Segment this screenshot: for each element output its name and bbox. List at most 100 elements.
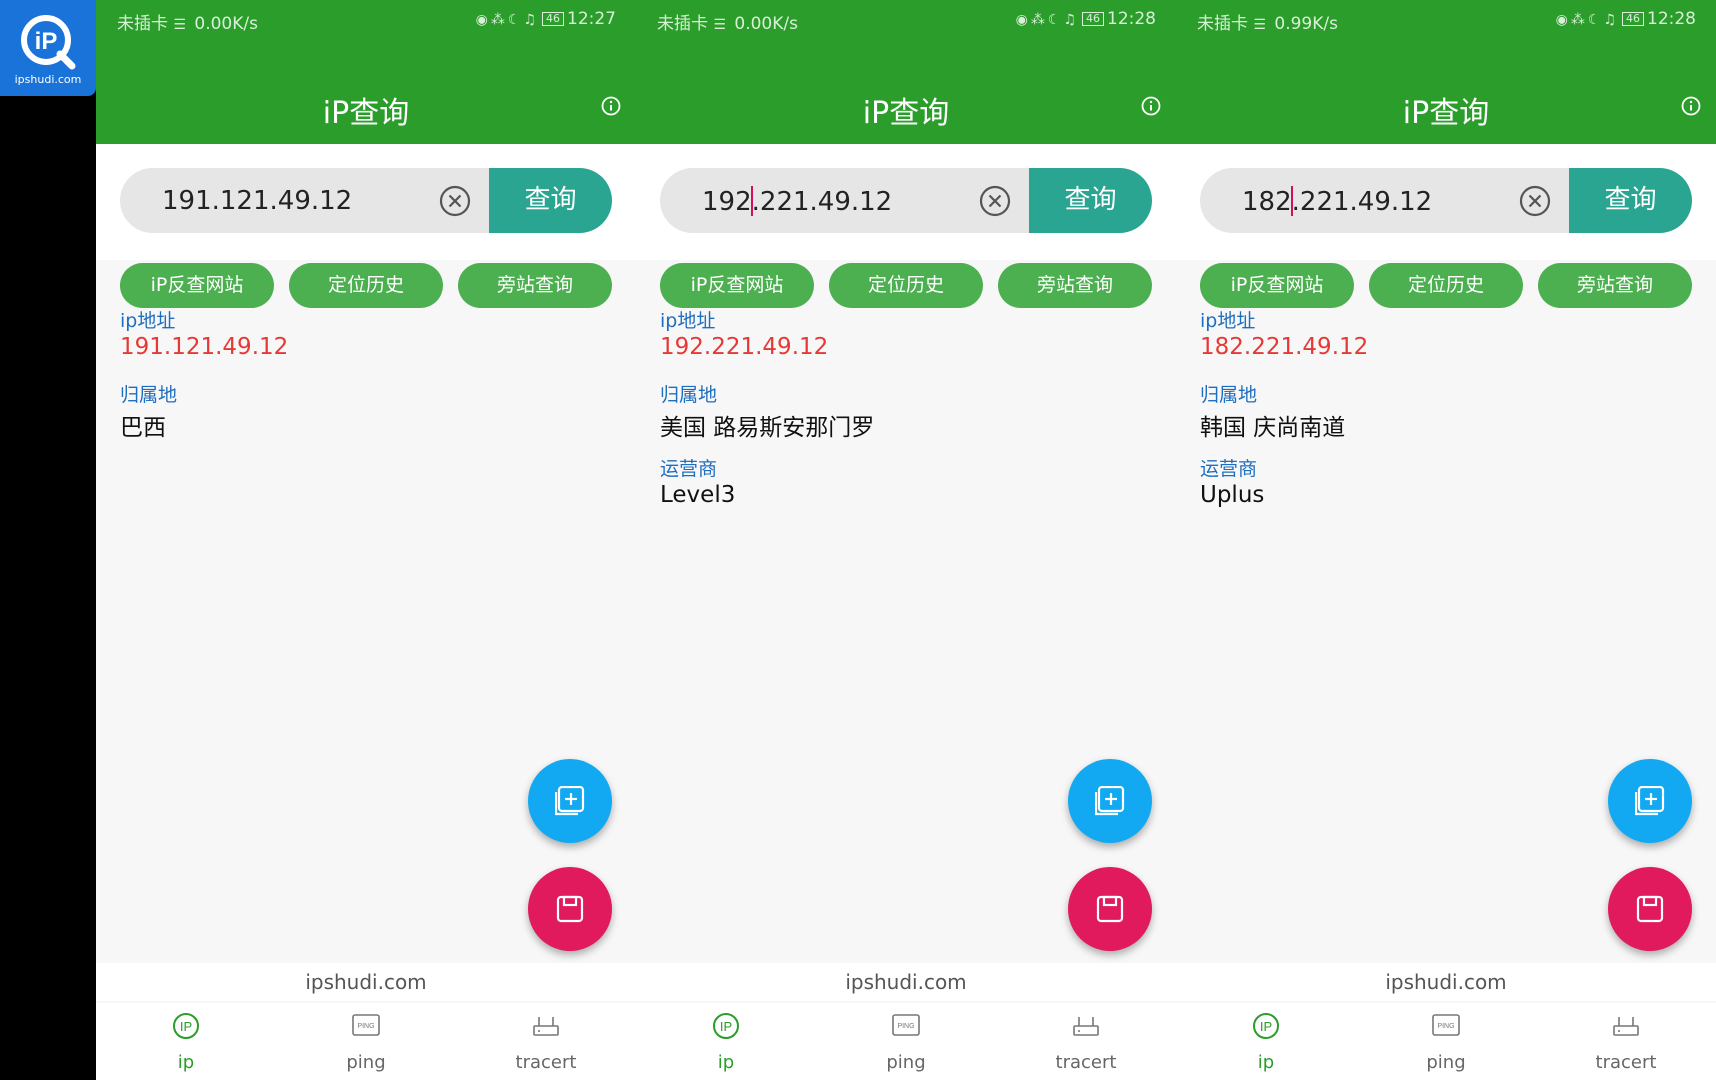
field-label: 运营商 <box>660 458 718 480</box>
info-icon[interactable] <box>601 96 621 116</box>
save-button[interactable] <box>1608 867 1692 951</box>
clock: 12:28 <box>1107 9 1156 29</box>
app-bar: iP查询 <box>1176 38 1716 144</box>
field-label: ip地址 <box>120 310 176 332</box>
bluetooth-icon: ⁂ <box>490 12 505 28</box>
chip-button-1[interactable]: iP反查网站 <box>1200 263 1354 308</box>
ping-icon: PING <box>892 1014 920 1036</box>
footer-domain: ipshudi.com <box>636 963 1176 1001</box>
tab-ip[interactable]: IP ip <box>636 1003 816 1080</box>
ip-input-text: 191.121.49.12 <box>162 186 353 216</box>
ip-input[interactable]: 191.121.49.12 <box>120 168 490 233</box>
add-copy-icon <box>1095 786 1125 816</box>
eye-icon: ◉ <box>475 12 488 28</box>
svg-text:PING: PING <box>1437 1023 1454 1030</box>
app-bar: iP查询 <box>636 38 1176 144</box>
status-bar: 未插卡 ☰ 0.00K/s ◉ ⁂ ☾ ♫ 46 12:27 <box>96 0 636 38</box>
bluetooth-icon: ⁂ <box>1570 12 1585 28</box>
save-button[interactable] <box>528 867 612 951</box>
field-label: 归属地 <box>120 384 178 406</box>
tab-tracert[interactable]: tracert <box>996 1003 1176 1080</box>
tab-ping[interactable]: PING ping <box>816 1003 996 1080</box>
ip-input-text-rest: .221.49.12 <box>751 187 893 217</box>
clear-input-icon[interactable] <box>438 184 472 218</box>
mute-icon: ♫ <box>1603 12 1616 28</box>
footer-domain: ipshudi.com <box>1176 963 1716 1001</box>
tab-ping[interactable]: PING ping <box>276 1003 456 1080</box>
bottom-nav: IP ip PING ping tracert <box>1176 1003 1716 1080</box>
tab-tracert[interactable]: tracert <box>1536 1003 1716 1080</box>
chip-button-3[interactable]: 旁站查询 <box>1538 263 1692 308</box>
clear-input-icon[interactable] <box>1518 184 1552 218</box>
ip-input-text-rest: .221.49.12 <box>1291 187 1433 217</box>
svg-text:IP: IP <box>180 1019 192 1034</box>
field-value: 韩国 庆尚南道 <box>1200 415 1346 441</box>
tab-ping[interactable]: PING ping <box>1356 1003 1536 1080</box>
ip-input-value[interactable]: 191.121.49.12 <box>162 186 352 216</box>
tab-label: ping <box>346 1052 386 1073</box>
ip-input-value[interactable]: 192.221.49.12 <box>702 186 892 217</box>
eye-icon: ◉ <box>1555 12 1568 28</box>
chip-button-2[interactable]: 定位历史 <box>1369 263 1523 308</box>
chip-button-1[interactable]: iP反查网站 <box>120 263 274 308</box>
add-copy-icon <box>1635 786 1665 816</box>
svg-text:IP: IP <box>720 1019 732 1034</box>
chip-button-2[interactable]: 定位历史 <box>829 263 983 308</box>
logo-mark: iP <box>35 28 58 55</box>
ip-input[interactable]: 182.221.49.12 <box>1200 168 1570 233</box>
tab-label: ping <box>886 1052 926 1073</box>
app-logo: iP ipshudi.com <box>0 0 96 96</box>
ping-icon: PING <box>352 1014 380 1036</box>
save-icon <box>1636 895 1664 923</box>
battery-icon: 46 <box>542 12 564 26</box>
page-title: iP查询 <box>862 96 950 131</box>
info-icon[interactable] <box>1681 96 1701 116</box>
search-area: 182.221.49.12 查询 <box>1176 144 1716 260</box>
clear-input-icon[interactable] <box>978 184 1012 218</box>
svg-text:PING: PING <box>897 1023 914 1030</box>
ip-icon: IP <box>713 1013 739 1039</box>
bottom-nav: IP ip PING ping tracert <box>96 1003 636 1080</box>
tab-ip[interactable]: IP ip <box>1176 1003 1356 1080</box>
ip-input-value[interactable]: 182.221.49.12 <box>1242 186 1432 217</box>
chip-button-1[interactable]: iP反查网站 <box>660 263 814 308</box>
ip-input[interactable]: 192.221.49.12 <box>660 168 1030 233</box>
wifi-icon: ☰ <box>713 17 726 33</box>
page-title: iP查询 <box>1402 96 1490 131</box>
add-copy-button[interactable] <box>1068 759 1152 843</box>
battery-icon: 46 <box>1082 12 1104 26</box>
field-value: Level3 <box>660 482 736 508</box>
wifi-icon: ☰ <box>1253 17 1266 33</box>
moon-icon: ☾ <box>1047 12 1061 28</box>
eye-icon: ◉ <box>1015 12 1028 28</box>
network-speed: 0.00K/s <box>734 14 798 34</box>
tab-label: ip <box>177 1052 195 1073</box>
router-icon <box>1613 1017 1639 1036</box>
tab-label: ping <box>1426 1052 1466 1073</box>
ip-logo-icon: iP <box>21 15 76 70</box>
add-copy-button[interactable] <box>1608 759 1692 843</box>
add-copy-icon <box>555 786 585 816</box>
footer-domain: ipshudi.com <box>96 963 636 1001</box>
field-value: 192.221.49.12 <box>660 334 829 360</box>
query-button[interactable]: 查询 <box>1569 168 1692 233</box>
save-icon <box>556 895 584 923</box>
chip-button-3[interactable]: 旁站查询 <box>998 263 1152 308</box>
field-value: 182.221.49.12 <box>1200 334 1369 360</box>
chip-button-3[interactable]: 旁站查询 <box>458 263 612 308</box>
info-icon[interactable] <box>1141 96 1161 116</box>
network-speed: 0.00K/s <box>194 14 258 34</box>
chip-button-2[interactable]: 定位历史 <box>289 263 443 308</box>
ip-icon: IP <box>1253 1013 1279 1039</box>
query-button[interactable]: 查询 <box>489 168 612 233</box>
query-button[interactable]: 查询 <box>1029 168 1152 233</box>
tab-tracert[interactable]: tracert <box>456 1003 636 1080</box>
phone-screen-3: 未插卡 ☰ 0.99K/s ◉ ⁂ ☾ ♫ 46 12:28 iP查询 182.221.49.1… <box>1176 0 1716 1080</box>
tab-ip[interactable]: IP ip <box>96 1003 276 1080</box>
tab-label: tracert <box>1055 1052 1117 1073</box>
field-label: 归属地 <box>1200 384 1258 406</box>
save-button[interactable] <box>1068 867 1152 951</box>
status-bar: 未插卡 ☰ 0.00K/s ◉ ⁂ ☾ ♫ 46 12:28 <box>636 0 1176 38</box>
add-copy-button[interactable] <box>528 759 612 843</box>
mute-icon: ♫ <box>523 12 536 28</box>
